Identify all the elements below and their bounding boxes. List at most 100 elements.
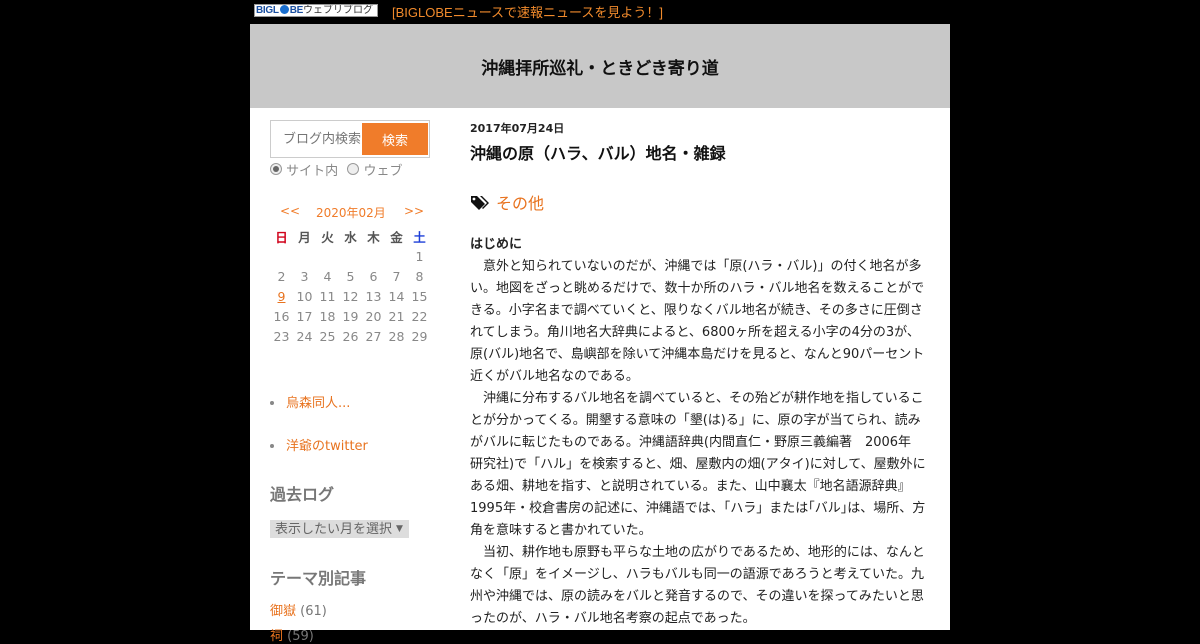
biglobe-news-link[interactable]: [BIGLOBEニュースで速報ニュースを見よう！] [392, 2, 663, 21]
calendar-day: 6 [369, 268, 378, 284]
post-body-heading: はじめに [470, 237, 523, 252]
post-category: その他 [470, 190, 544, 216]
calendar-day: 15 [411, 288, 428, 304]
page: 沖縄拝所巡礼・ときどき寄り道 検索 サイト内 ウェブ << 2020年02月 >… [250, 24, 950, 644]
category-link[interactable]: その他 [496, 194, 544, 213]
calendar-weekday-row: 日 月 火 水 木 金 土 [270, 226, 431, 246]
calendar-day: 21 [388, 308, 405, 324]
calendar-day: 23 [273, 328, 290, 344]
weekday-sun: 日 [275, 229, 288, 245]
calendar-day: 24 [296, 328, 313, 344]
scope-web-radio[interactable] [347, 163, 360, 175]
bullet-icon [270, 443, 274, 448]
calendar-day: 3 [300, 268, 309, 284]
calendar-month-link[interactable]: 2020年02月 [316, 204, 386, 221]
calendar-week: 23 24 25 26 27 28 29 [270, 326, 431, 346]
calendar-day: 14 [388, 288, 405, 304]
calendar-day: 18 [319, 308, 336, 324]
logo-text-rest: ウェブリブログ [302, 5, 373, 16]
calendar-day-link[interactable]: 9 [278, 289, 286, 304]
calendar-day: 8 [415, 268, 424, 284]
search-input[interactable] [273, 123, 361, 155]
post-date: 2017年07月24日 [470, 122, 565, 135]
scope-site-radio[interactable] [270, 163, 282, 175]
dropdown-arrow-icon: ▼ [396, 524, 403, 534]
logo-text-be: BE [289, 5, 304, 16]
top-bar: BIGL BEウェブリブログ [BIGLOBEニュースで速報ニュースを見よう！] [254, 0, 954, 22]
calendar-day: 2 [277, 268, 286, 284]
calendar-nav: << 2020年02月 >> [270, 204, 432, 224]
category-item: 祠 (59) [270, 625, 314, 644]
calendar-day: 7 [392, 268, 401, 284]
calendar-day: 27 [365, 328, 382, 344]
post-paragraph: 沖縄に分布するバル地名を調べていると、その殆どが耕作地を指していることが分かって… [470, 391, 926, 538]
post-title[interactable]: 沖縄の原（ハラ、バル）地名・雑録 [470, 140, 726, 164]
calendar-day: 17 [296, 308, 313, 324]
category-link[interactable]: 祠 [270, 629, 283, 644]
post-paragraph: 意外と知られていないのだが、沖縄では「原(ハラ・バル)」の付く地名が多い。地図を… [470, 259, 925, 384]
weekday-thu: 木 [367, 229, 380, 245]
category-link[interactable]: 御嶽 [270, 604, 296, 619]
calendar-day: 20 [365, 308, 382, 324]
sidebar-link-twitter[interactable]: 洋爺のtwitter [270, 435, 368, 454]
calendar-prev-link[interactable]: << [280, 204, 300, 218]
calendar-day [339, 246, 362, 266]
calendar-day [362, 246, 385, 266]
categories-heading: テーマ別記事 [270, 569, 367, 588]
calendar-day [293, 246, 316, 266]
category-item: 御嶽 (61) [270, 600, 327, 619]
calendar-day: 12 [342, 288, 359, 304]
globe-icon [279, 5, 289, 14]
sidebar-link-karasumori[interactable]: 烏森同人... [270, 392, 350, 411]
calendar-day: 1 [415, 248, 424, 264]
post-body: はじめに 意外と知られていないのだが、沖縄では「原(ハラ・バル)」の付く地名が多… [470, 234, 930, 630]
calendar-day: 16 [273, 308, 290, 324]
weekday-wed: 水 [344, 229, 357, 245]
weekday-sat: 土 [413, 229, 426, 245]
site-title[interactable]: 沖縄拝所巡礼・ときどき寄り道 [250, 54, 950, 79]
weekday-tue: 火 [321, 229, 334, 245]
calendar-week: 16 17 18 19 20 21 22 [270, 306, 431, 326]
tags-icon [470, 194, 492, 216]
calendar-next-link[interactable]: >> [404, 204, 424, 218]
sidebar-link-label: 烏森同人... [286, 396, 351, 411]
archive-heading: 過去ログ [270, 485, 335, 504]
calendar-day: 10 [296, 288, 313, 304]
archive-month-select[interactable]: 表示したい月を選択 ▼ [270, 520, 409, 538]
search-button[interactable]: 検索 [362, 123, 428, 155]
bullet-icon [270, 400, 274, 405]
calendar-day [270, 246, 293, 266]
calendar: << 2020年02月 >> 日 月 火 水 木 金 土 1 2 3 4 5 6… [270, 204, 432, 344]
calendar-table: 日 月 火 水 木 金 土 1 2 3 4 5 6 7 8 9 10 11 12… [270, 226, 431, 346]
calendar-week: 2 3 4 5 6 7 8 [270, 266, 431, 286]
post-paragraph: 当初、耕作地も原野も平らな土地の広がりであるため、地形的には、なんとなく「原」を… [470, 545, 925, 626]
calendar-day: 26 [342, 328, 359, 344]
calendar-day [316, 246, 339, 266]
calendar-day [385, 246, 408, 266]
calendar-week: 1 [270, 246, 431, 266]
archive-select-label: 表示したい月を選択 [275, 522, 393, 537]
category-count: (61) [300, 604, 327, 619]
search-box: 検索 [270, 120, 430, 158]
weekday-fri: 金 [390, 229, 403, 245]
sidebar-link-label: 洋爺のtwitter [286, 439, 368, 454]
calendar-day: 5 [346, 268, 355, 284]
search-scope: サイト内 ウェブ [270, 160, 402, 179]
calendar-day: 22 [411, 308, 428, 324]
calendar-day: 11 [319, 288, 336, 304]
logo-text-big: BIGL [256, 5, 279, 16]
category-count: (59) [287, 629, 314, 644]
calendar-day: 19 [342, 308, 359, 324]
header: 沖縄拝所巡礼・ときどき寄り道 [250, 24, 950, 108]
weekday-mon: 月 [298, 229, 311, 245]
calendar-day: 4 [323, 268, 332, 284]
calendar-day: 28 [388, 328, 405, 344]
calendar-day: 25 [319, 328, 336, 344]
calendar-week: 9 10 11 12 13 14 15 [270, 286, 431, 306]
calendar-day: 13 [365, 288, 382, 304]
scope-web-label: ウェブ [363, 164, 403, 179]
calendar-day-linked: 9 [270, 286, 293, 306]
biglobe-webryblog-logo[interactable]: BIGL BEウェブリブログ [254, 4, 378, 17]
scope-site-label: サイト内 [286, 164, 339, 179]
calendar-day: 29 [411, 328, 428, 344]
